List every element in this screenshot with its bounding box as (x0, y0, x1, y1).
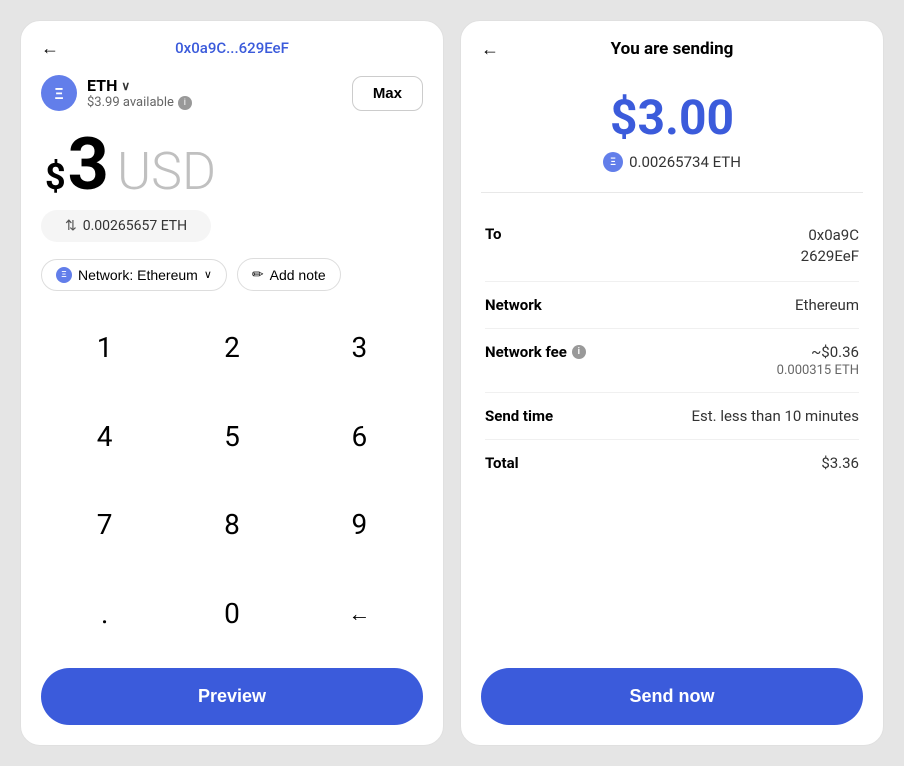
network-detail-value: Ethereum (795, 296, 859, 314)
available-balance: $3.99 available i (87, 95, 192, 110)
amount-number: 3 (68, 129, 109, 201)
network-eth-icon: Ξ (56, 267, 72, 283)
key-dot[interactable]: . (41, 569, 168, 658)
send-confirmation-panel: ← You are sending $3.00 Ξ 0.00265734 ETH… (460, 20, 884, 746)
key-5[interactable]: 5 (168, 392, 295, 481)
left-header: ← 0x0a9C...629EeF (21, 21, 443, 67)
key-0[interactable]: 0 (168, 569, 295, 658)
add-note-button[interactable]: ✏ Add note (237, 258, 341, 291)
token-name[interactable]: ETH ∨ (87, 76, 192, 95)
numpad: 1 2 3 4 5 6 7 8 9 . 0 ← (21, 303, 443, 658)
eth-equiv-text: 0.00265657 ETH (83, 218, 187, 234)
divider (481, 192, 863, 193)
fee-row: Network fee i ~$0.36 0.000315 ETH (485, 329, 859, 393)
add-note-label: Add note (270, 267, 326, 283)
to-label: To (485, 225, 502, 243)
send-amount-panel: ← 0x0a9C...629EeF Ξ ETH ∨ $3.99 availabl… (20, 20, 444, 746)
total-label: Total (485, 454, 519, 472)
max-button[interactable]: Max (352, 76, 423, 111)
total-value: $3.36 (821, 454, 859, 472)
preview-button[interactable]: Preview (41, 668, 423, 725)
eth-logo-icon: Ξ (41, 75, 77, 111)
network-row: Network Ethereum (485, 282, 859, 329)
swap-icon: ⇅ (65, 218, 77, 234)
right-header: ← You are sending (461, 21, 883, 69)
token-info: Ξ ETH ∨ $3.99 available i (41, 75, 192, 111)
token-chevron-icon: ∨ (121, 79, 130, 93)
dollar-sign: $ (45, 156, 66, 198)
network-label: Network: Ethereum (78, 267, 198, 283)
send-time-row: Send time Est. less than 10 minutes (485, 393, 859, 440)
info-icon[interactable]: i (178, 96, 192, 110)
eth-amount-text: 0.00265734 ETH (629, 153, 741, 171)
send-time-value: Est. less than 10 minutes (691, 407, 859, 425)
sending-usd-amount: $3.00 (481, 89, 863, 146)
fee-info-icon[interactable]: i (572, 345, 586, 359)
total-row: Total $3.36 (485, 440, 859, 486)
panel-title: You are sending (611, 39, 734, 59)
key-2[interactable]: 2 (168, 303, 295, 392)
token-selector-row: Ξ ETH ∨ $3.99 available i Max (21, 67, 443, 119)
fee-label: Network fee i (485, 343, 586, 361)
right-back-button[interactable]: ← (481, 39, 499, 60)
amount-currency: USD (117, 141, 216, 202)
key-9[interactable]: 9 (296, 481, 423, 570)
sending-eth-amount: Ξ 0.00265734 ETH (481, 152, 863, 172)
app-container: ← 0x0a9C...629EeF Ξ ETH ∨ $3.99 availabl… (0, 0, 904, 766)
fee-value: ~$0.36 0.000315 ETH (777, 343, 859, 378)
network-chevron-icon: ∨ (204, 268, 212, 281)
amount-display: $ 3 USD (21, 119, 443, 206)
key-7[interactable]: 7 (41, 481, 168, 570)
key-4[interactable]: 4 (41, 392, 168, 481)
key-backspace[interactable]: ← (296, 569, 423, 658)
transaction-details: To 0x0a9C 2629EeF Network Ethereum Netwo… (461, 203, 883, 658)
send-time-label: Send time (485, 407, 553, 425)
left-back-button[interactable]: ← (41, 38, 59, 59)
send-now-button[interactable]: Send now (481, 668, 863, 725)
to-address: 0x0a9C 2629EeF (801, 225, 859, 267)
pencil-icon: ✏ (252, 266, 264, 283)
options-row: Ξ Network: Ethereum ∨ ✏ Add note (21, 246, 443, 303)
sending-amount-section: $3.00 Ξ 0.00265734 ETH (461, 69, 883, 182)
network-detail-label: Network (485, 296, 542, 314)
key-6[interactable]: 6 (296, 392, 423, 481)
key-3[interactable]: 3 (296, 303, 423, 392)
key-1[interactable]: 1 (41, 303, 168, 392)
token-details: ETH ∨ $3.99 available i (87, 76, 192, 110)
eth-equivalent[interactable]: ⇅ 0.00265657 ETH (41, 210, 211, 242)
key-8[interactable]: 8 (168, 481, 295, 570)
to-row: To 0x0a9C 2629EeF (485, 211, 859, 282)
network-selector-button[interactable]: Ξ Network: Ethereum ∨ (41, 259, 227, 291)
eth-icon-small: Ξ (603, 152, 623, 172)
recipient-address[interactable]: 0x0a9C...629EeF (175, 39, 289, 57)
